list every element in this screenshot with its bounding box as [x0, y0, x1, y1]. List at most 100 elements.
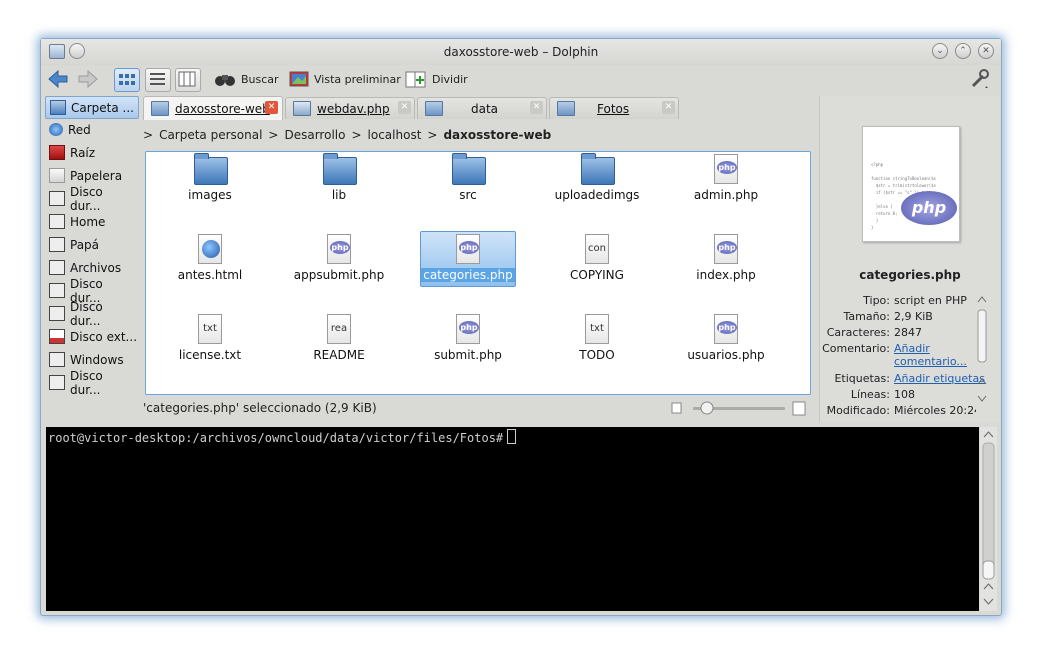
folder-icon	[194, 153, 228, 185]
file-item-categories-php[interactable]: php categories.php	[420, 231, 516, 287]
file-name: TODO	[579, 348, 615, 362]
breadcrumb-item[interactable]: Carpeta personal	[159, 128, 262, 142]
title-bar: daxosstore-web – Dolphin ⌄ ⌃ ✕	[41, 39, 1001, 65]
place-label: Papelera	[70, 168, 123, 183]
file-item-submit-php[interactable]: php submit.php	[421, 312, 515, 366]
place-item-red[interactable]: Red	[45, 119, 137, 140]
columns-view-icon	[178, 71, 196, 87]
file-item-copying[interactable]: con COPYING	[550, 232, 644, 286]
file-item-antes-html[interactable]: antes.html	[163, 232, 257, 286]
file-item-appsubmit-php[interactable]: php appsubmit.php	[292, 232, 386, 286]
tab-data[interactable]: data ✕	[417, 97, 547, 119]
preview-button-label: Vista preliminar	[314, 72, 401, 86]
file-item-todo[interactable]: txt TODO	[550, 312, 644, 366]
file-item-images[interactable]: images	[163, 152, 257, 206]
icons-view-button[interactable]	[114, 68, 140, 92]
close-tab-icon[interactable]: ✕	[662, 101, 675, 114]
place-item-disco-ext[interactable]: Disco ext...	[45, 326, 137, 347]
close-tab-icon[interactable]: ✕	[265, 101, 278, 114]
minimize-button[interactable]: ⌄	[932, 43, 948, 59]
file-item-license-txt[interactable]: txt license.txt	[163, 312, 257, 366]
forward-button[interactable]	[77, 67, 99, 91]
root-folder-icon	[49, 145, 65, 160]
place-label: Red	[68, 122, 91, 137]
preview-button[interactable]: Vista preliminar	[289, 67, 401, 91]
file-name: license.txt	[178, 348, 242, 362]
place-item-papa[interactable]: Papá	[45, 234, 137, 255]
file-preview: <?php function stringToBoolean($s $str =…	[862, 126, 960, 242]
place-item-disco-1[interactable]: Disco dur...	[45, 185, 137, 213]
details-view-icon	[150, 73, 165, 85]
place-item-disco-3[interactable]: Disco dur...	[45, 300, 137, 328]
place-item-carpeta[interactable]: Carpeta ...	[45, 96, 139, 119]
php-file-icon: php	[710, 154, 742, 184]
add-tags-link[interactable]: Añadir etiquetas	[894, 372, 985, 385]
place-label: Carpeta ...	[71, 100, 134, 115]
breadcrumb-separator: >	[143, 128, 154, 142]
tab-daxosstore-web[interactable]: daxosstore-web ✕	[143, 96, 283, 120]
file-name: images	[188, 188, 232, 202]
php-file-icon: php	[323, 234, 355, 264]
hard-disk-icon	[49, 283, 65, 298]
file-item-index-php[interactable]: php index.php	[679, 232, 773, 286]
tab-label: daxosstore-web	[175, 101, 270, 116]
text-file-icon: txt	[581, 314, 613, 344]
status-text: 'categories.php' seleccionado (2,9 KiB)	[143, 401, 377, 415]
file-item-usuarios-php[interactable]: php usuarios.php	[679, 312, 773, 366]
terminal-scrollbar[interactable]	[980, 427, 997, 611]
file-name: COPYING	[570, 268, 624, 282]
add-comment-link[interactable]: Añadir comentario...	[894, 342, 967, 368]
folder-icon	[323, 153, 357, 185]
terminal-prompt-line: root@victor-desktop:/archivos/owncloud/d…	[48, 429, 517, 445]
info-filename: categories.php	[859, 268, 961, 282]
php-file-icon: php	[710, 234, 742, 264]
file-item-src[interactable]: src	[421, 152, 515, 206]
configure-button[interactable]	[969, 67, 991, 91]
split-button-label: Dividir	[432, 72, 468, 86]
breadcrumb-item[interactable]: Desarrollo	[284, 128, 345, 142]
split-view-icon	[405, 71, 426, 88]
breadcrumb: > Carpeta personal > Desarrollo > localh…	[143, 126, 813, 144]
file-name: index.php	[696, 268, 756, 282]
back-button[interactable]	[47, 67, 69, 91]
tab-fotos[interactable]: Fotos ✕	[549, 97, 679, 119]
place-item-disco-4[interactable]: Disco dur...	[45, 369, 137, 397]
search-button[interactable]: Buscar	[214, 67, 279, 91]
close-tab-icon[interactable]: ✕	[530, 101, 543, 114]
tab-webdav[interactable]: webdav.php ✕	[285, 97, 415, 119]
file-item-lib[interactable]: lib	[292, 152, 386, 206]
file-icon	[293, 101, 311, 116]
place-item-archivos[interactable]: Archivos	[45, 257, 137, 278]
hard-disk-icon	[49, 352, 65, 367]
columns-view-button[interactable]	[175, 68, 201, 92]
terminal-panel[interactable]: root@victor-desktop:/archivos/owncloud/d…	[46, 427, 979, 611]
file-item-admin-php[interactable]: php admin.php	[679, 152, 773, 206]
tools-icon	[971, 69, 989, 88]
place-item-raiz[interactable]: Raíz	[45, 142, 137, 163]
file-view[interactable]: images lib src uploadedimgs php admin.ph…	[145, 151, 811, 395]
close-tab-icon[interactable]: ✕	[398, 101, 411, 114]
info-scrollbar[interactable]	[974, 286, 990, 406]
file-name: antes.html	[177, 268, 243, 282]
breadcrumb-current[interactable]: daxosstore-web	[443, 128, 551, 142]
place-item-windows[interactable]: Windows	[45, 349, 137, 370]
hard-disk-icon	[49, 260, 65, 275]
split-button[interactable]: Dividir	[405, 67, 468, 91]
arrow-right-icon	[78, 69, 98, 89]
hard-disk-icon	[49, 375, 65, 390]
hard-disk-icon	[49, 191, 65, 206]
usb-disk-icon	[49, 329, 65, 344]
place-item-papelera[interactable]: Papelera	[45, 165, 137, 186]
close-button[interactable]: ✕	[978, 43, 994, 59]
file-item-readme[interactable]: rea README	[292, 312, 386, 366]
file-name: appsubmit.php	[293, 268, 385, 282]
breadcrumb-item[interactable]: localhost	[368, 128, 422, 142]
zoom-slider[interactable]	[671, 400, 807, 416]
file-item-uploadedimgs[interactable]: uploadedimgs	[550, 152, 644, 206]
tab-label: data	[471, 101, 499, 116]
maximize-button[interactable]: ⌃	[955, 43, 971, 59]
place-item-disco-2[interactable]: Disco dur...	[45, 277, 137, 305]
file-name: submit.php	[434, 348, 502, 362]
place-item-home[interactable]: Home	[45, 211, 137, 232]
details-view-button[interactable]	[145, 68, 171, 92]
